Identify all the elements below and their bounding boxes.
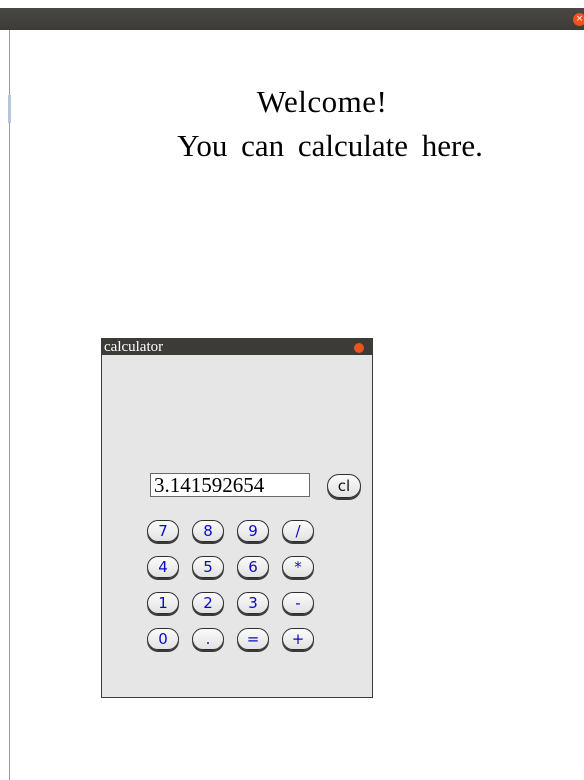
calculator-close-icon[interactable] — [354, 343, 364, 353]
welcome-heading: Welcome! — [256, 84, 388, 119]
calculator-title: calculator — [104, 339, 164, 355]
calculator-window: calculator cl 7 8 9 / 4 5 6 * 1 2 3 - 0 … — [101, 338, 373, 698]
key-4-button[interactable]: 4 — [147, 556, 179, 578]
clear-button[interactable]: cl — [327, 474, 361, 498]
window-close-icon[interactable]: × — [573, 13, 584, 26]
key-8-button[interactable]: 8 — [192, 520, 224, 542]
calculator-titlebar[interactable]: calculator — [102, 339, 372, 355]
decimal-point-button[interactable]: . — [192, 628, 224, 650]
desktop-window: × Welcome! You can calculate here. calcu… — [0, 0, 584, 780]
key-7-button[interactable]: 7 — [147, 520, 179, 542]
subtract-button[interactable]: - — [282, 592, 314, 614]
add-button[interactable]: + — [282, 628, 314, 650]
key-1-button[interactable]: 1 — [147, 592, 179, 614]
welcome-subheading: You can calculate here. — [177, 128, 483, 163]
key-6-button[interactable]: 6 — [237, 556, 269, 578]
welcome-message: Welcome! You can calculate here. — [0, 80, 584, 168]
multiply-button[interactable]: * — [282, 556, 314, 578]
key-9-button[interactable]: 9 — [237, 520, 269, 542]
window-titlebar[interactable] — [0, 8, 584, 30]
key-0-button[interactable]: 0 — [147, 628, 179, 650]
key-5-button[interactable]: 5 — [192, 556, 224, 578]
divide-button[interactable]: / — [282, 520, 314, 542]
key-3-button[interactable]: 3 — [237, 592, 269, 614]
equals-button[interactable]: = — [237, 628, 269, 650]
key-2-button[interactable]: 2 — [192, 592, 224, 614]
calculator-display[interactable] — [150, 473, 310, 497]
